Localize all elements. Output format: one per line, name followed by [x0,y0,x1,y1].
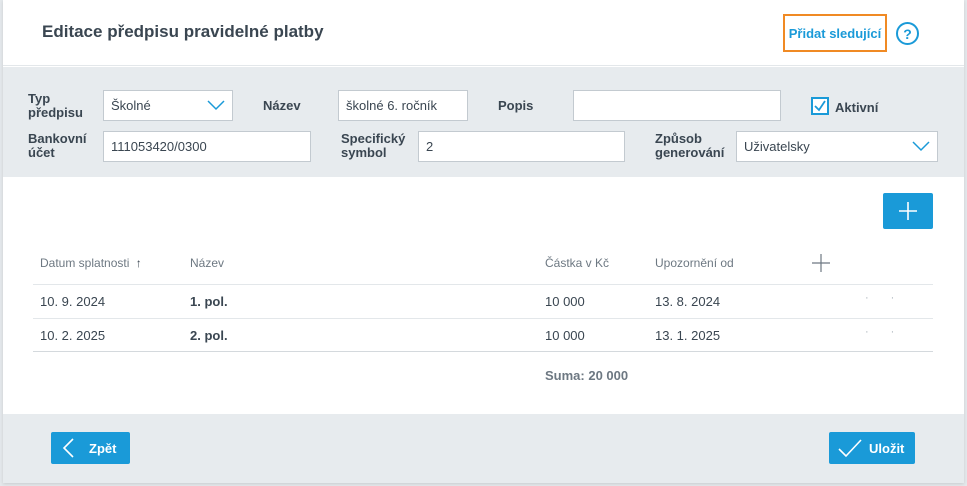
back-button[interactable]: Zpět [51,432,130,464]
row-actions-icon[interactable]: ·· [865,292,916,304]
row-amount: 10 000 [545,294,585,309]
help-icon[interactable]: ? [896,22,919,45]
row-notify-from: 13. 1. 2025 [655,328,721,343]
active-label: Aktivní [835,100,879,115]
row-actions-icon[interactable]: ·· [865,326,916,338]
filter-form: Typ předpisu Školné Název školné 6. ročn… [3,67,964,177]
column-amount[interactable]: Částka v Kč [545,256,609,270]
specific-symbol-label: Specifický symbol [341,132,405,160]
bank-account-value: 111053420/0300 [111,139,207,154]
bank-account-label: Bankovní účet [28,132,87,160]
name-label: Název [263,98,301,113]
column-due-date[interactable]: Datum splatnosti ↑ [40,256,142,270]
row-due-date: 10. 9. 2024 [40,294,106,309]
check-icon [838,439,862,458]
row-name: 2. pol. [190,328,228,343]
column-notify-from[interactable]: Upozornění od [655,256,734,270]
add-row-button[interactable] [883,193,933,229]
sum-total: Suma: 20 000 [545,368,629,383]
sort-arrow-icon: ↑ [135,256,142,270]
bank-account-label-line2: účet [28,145,55,160]
column-due-date-label: Datum splatnosti [40,256,130,270]
type-select-value: Školné [111,98,151,113]
check-icon [814,100,826,112]
add-follower-link[interactable]: Přidat sledující [783,14,887,52]
add-column-plus-icon[interactable] [811,253,831,278]
save-button[interactable]: Uložit [829,432,915,464]
type-label: Typ předpisu [28,92,83,120]
bank-account-input[interactable]: 111053420/0300 [103,131,311,162]
row-amount: 10 000 [545,328,585,343]
row-due-date: 10. 2. 2025 [40,328,106,343]
generation-label: Způsob generování [655,132,724,160]
specific-symbol-value: 2 [426,139,434,154]
generation-select[interactable]: Uživatelsky [736,131,938,162]
specific-symbol-label-line1: Specifický [341,131,406,146]
plus-icon [899,202,917,220]
generation-label-line1: Způsob [655,131,702,146]
chevron-left-icon [62,438,74,458]
page-title: Editace předpisu pravidelné platby [42,22,324,41]
chevron-down-icon [206,97,226,116]
generation-label-line2: generování [655,145,725,160]
dialog-footer: Zpět Uložit [3,414,964,483]
row-notify-from: 13. 8. 2024 [655,294,721,309]
name-input[interactable]: školné 6. ročník [338,90,468,121]
table-bottom-divider [33,351,933,352]
description-label: Popis [498,98,534,113]
save-button-label: Uložit [869,440,905,456]
chevron-down-icon [911,138,931,157]
table-header-divider [33,284,933,285]
type-label-line2: předpisu [28,105,83,120]
description-input[interactable] [573,90,781,121]
bank-account-label-line1: Bankovní [28,131,87,146]
name-input-value: školné 6. ročník [346,98,438,113]
specific-symbol-input[interactable]: 2 [418,131,625,162]
type-select[interactable]: Školné [103,90,233,121]
row-divider [33,318,933,319]
specific-symbol-label-line2: symbol [341,145,387,160]
type-label-line1: Typ [28,91,51,106]
dialog-header: Editace předpisu pravidelné platby Přida… [3,0,964,66]
row-name: 1. pol. [190,294,228,309]
generation-select-value: Uživatelsky [744,139,810,154]
column-name[interactable]: Název [190,256,224,270]
active-checkbox[interactable] [811,97,829,115]
back-button-label: Zpět [89,440,117,456]
payment-schedule-dialog: Editace předpisu pravidelné platby Přida… [3,0,964,483]
